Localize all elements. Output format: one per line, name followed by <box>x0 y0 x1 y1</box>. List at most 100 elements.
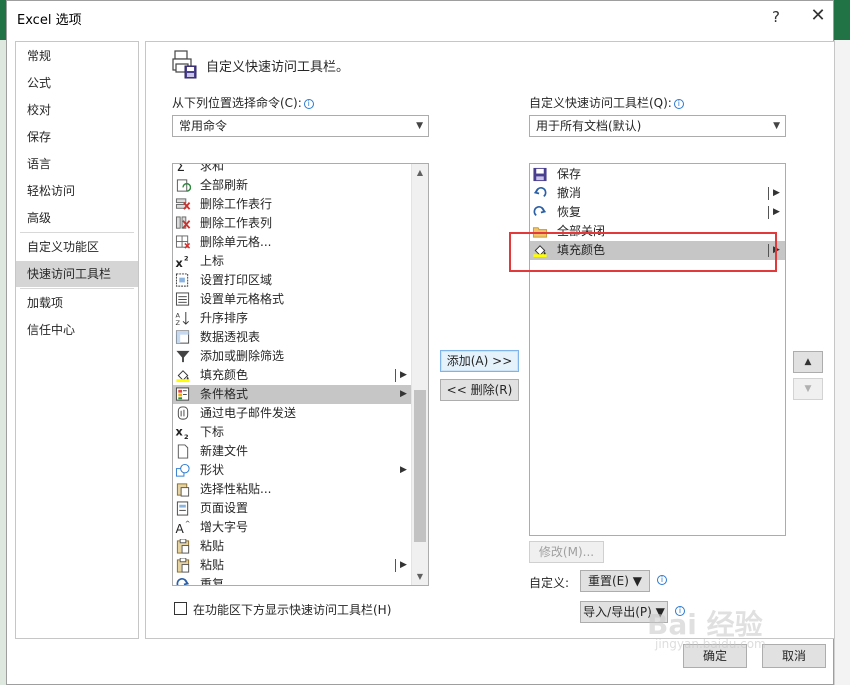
command-list-item-label: 新建文件 <box>200 444 249 458</box>
customize-toolbar-dropdown[interactable]: 用于所有文档(默认) ▼ <box>529 115 786 137</box>
reset-button[interactable]: 重置(E) ▼ <box>580 570 650 592</box>
command-list-item[interactable]: 粘贴 ▶ <box>173 556 412 575</box>
command-list-item-label: 选择性粘贴... <box>200 482 272 496</box>
cancel-button[interactable]: 取消 <box>762 644 826 668</box>
command-list-item[interactable]: A ^ 增大字号 <box>173 518 412 537</box>
split-divider <box>768 206 769 219</box>
show-below-ribbon-checkbox[interactable] <box>174 602 187 615</box>
split-divider <box>395 559 396 572</box>
command-list-item[interactable]: 页面设置 <box>173 499 412 518</box>
quick-access-toolbar-icon <box>172 50 197 79</box>
command-list-item[interactable]: 重复 <box>173 575 412 585</box>
nav-item-language[interactable]: 语言 <box>16 151 138 177</box>
command-list-item[interactable]: 选择性粘贴... <box>173 480 412 499</box>
email-icon <box>177 406 189 420</box>
command-list-item[interactable]: 添加或删除筛选 <box>173 347 412 366</box>
command-list-item[interactable]: 新建文件 <box>173 442 412 461</box>
print-area-icon <box>175 273 189 287</box>
command-list-item-label: 页面设置 <box>200 501 249 515</box>
command-list-item-label: 删除工作表行 <box>200 197 273 211</box>
nav-item-advanced[interactable]: 高级 <box>16 205 138 231</box>
info-icon: i <box>303 99 314 109</box>
increase-font-icon: A ^ <box>176 520 191 535</box>
undo-icon <box>533 187 547 197</box>
command-list-item[interactable]: 填充颜色 ▶ <box>173 366 412 385</box>
new-file-icon <box>177 444 189 459</box>
scrollbar-thumb[interactable] <box>414 390 426 542</box>
conditional-format-icon <box>175 387 190 401</box>
command-list-item-label: 添加或删除筛选 <box>200 349 285 363</box>
nav-item-accessibility[interactable]: 轻松访问 <box>16 178 138 204</box>
command-list-item[interactable]: 通过电子邮件发送 <box>173 404 412 423</box>
remove-button[interactable]: << 删除(R) <box>440 379 519 401</box>
page-setup-icon <box>176 501 189 516</box>
command-list-item[interactable]: 设置单元格格式 <box>173 290 412 309</box>
command-list-item[interactable]: 数据透视表 <box>173 328 412 347</box>
scroll-down-icon[interactable]: ▼ <box>412 568 428 585</box>
options-nav: 常规 公式 校对 保存 语言 轻松访问 高级 自定义功能区 快速访问工具栏 加载… <box>15 41 139 639</box>
close-button[interactable]: ✕ <box>805 5 831 29</box>
toolbar-commands-list[interactable]: 保存 撤消 ▶ 恢复 ▶ 全部关闭 填充颜色 ▶ <box>529 163 786 536</box>
toolbar-list-item[interactable]: 撤消 ▶ <box>530 184 785 203</box>
commands-list[interactable]: Σ 求和 全部刷新删除工作表行 删除工作表列删除单元格... x 2 上标 设置打印区域 设置单… <box>172 163 429 586</box>
highlight-annotation <box>509 232 777 272</box>
submenu-arrow-icon: ▶ <box>400 370 407 380</box>
delete-cells-icon <box>175 235 191 249</box>
svg-text:Σ: Σ <box>176 163 184 174</box>
svg-text:x: x <box>176 425 184 438</box>
nav-item-general[interactable]: 常规 <box>16 43 138 69</box>
nav-item-quick-access-toolbar[interactable]: 快速访问工具栏 <box>16 261 138 287</box>
watermark-url: jingyan.baidu.com <box>655 637 766 651</box>
toolbar-list-item[interactable]: 恢复 ▶ <box>530 203 785 222</box>
command-list-item[interactable]: x 2 上标 <box>173 252 412 271</box>
command-list-item[interactable]: 删除工作表行 <box>173 195 412 214</box>
choose-commands-label-text: 从下列位置选择命令(C): <box>172 96 302 110</box>
nav-item-formulas[interactable]: 公式 <box>16 70 138 96</box>
command-list-item-label: 下标 <box>200 425 225 439</box>
nav-item-customize-ribbon[interactable]: 自定义功能区 <box>16 234 138 260</box>
delete-row-icon <box>175 198 191 210</box>
svg-text:A: A <box>176 522 185 535</box>
command-list-item-label: 删除工作表列 <box>200 216 273 230</box>
excel-options-dialog: Excel 选项 ? ✕ 常规 公式 校对 保存 语言 轻松访问 高级 自定义功… <box>6 0 835 685</box>
toolbar-list-item-label: 保存 <box>557 167 582 181</box>
modify-button[interactable]: 修改(M)... <box>529 541 604 563</box>
command-list-item[interactable]: A Z 升序排序 <box>173 309 412 328</box>
move-down-button[interactable]: ▼ <box>793 378 823 400</box>
paste-special-icon <box>176 483 190 497</box>
redo-icon <box>176 578 190 585</box>
nav-divider <box>20 232 134 233</box>
choose-commands-dropdown[interactable]: 常用命令 ▼ <box>172 115 429 137</box>
nav-item-save[interactable]: 保存 <box>16 124 138 150</box>
command-list-item[interactable]: 删除单元格... <box>173 233 412 252</box>
command-list-item[interactable]: Σ 求和 <box>173 163 412 176</box>
choose-commands-value: 常用命令 <box>179 119 228 133</box>
commands-list-scrollbar[interactable]: ▲ ▼ <box>411 164 428 585</box>
nav-item-add-ins[interactable]: 加载项 <box>16 290 138 316</box>
nav-item-trust-center[interactable]: 信任中心 <box>16 317 138 343</box>
background-excel-right <box>834 0 850 685</box>
move-up-button[interactable]: ▲ <box>793 351 823 373</box>
submenu-arrow-icon: ▶ <box>773 207 780 217</box>
command-list-item[interactable]: 形状 ▶ <box>173 461 412 480</box>
command-list-item[interactable]: 删除工作表列 <box>173 214 412 233</box>
command-list-item[interactable]: 设置打印区域 <box>173 271 412 290</box>
svg-text:Z: Z <box>176 319 181 326</box>
scroll-up-icon[interactable]: ▲ <box>412 164 428 181</box>
info-icon: i <box>657 575 667 585</box>
add-button[interactable]: 添加(A) >> <box>440 350 519 372</box>
nav-item-proofing[interactable]: 校对 <box>16 97 138 123</box>
nav-divider <box>20 288 134 289</box>
command-list-item[interactable]: 条件格式 ▶ <box>173 385 412 404</box>
fill-color-icon <box>176 370 190 383</box>
svg-text:2: 2 <box>184 433 189 440</box>
help-button[interactable]: ? <box>763 5 789 29</box>
command-list-item-label: 条件格式 <box>200 387 249 401</box>
toolbar-list-item[interactable]: 保存 <box>530 165 785 184</box>
command-list-item[interactable]: 粘贴 <box>173 537 412 556</box>
choose-commands-label: 从下列位置选择命令(C): i <box>172 94 314 111</box>
command-list-item[interactable]: x 2 下标 <box>173 423 412 442</box>
command-list-item[interactable]: 全部刷新 <box>173 176 412 195</box>
split-divider <box>768 187 769 200</box>
subscript-icon: x2 <box>176 425 189 440</box>
